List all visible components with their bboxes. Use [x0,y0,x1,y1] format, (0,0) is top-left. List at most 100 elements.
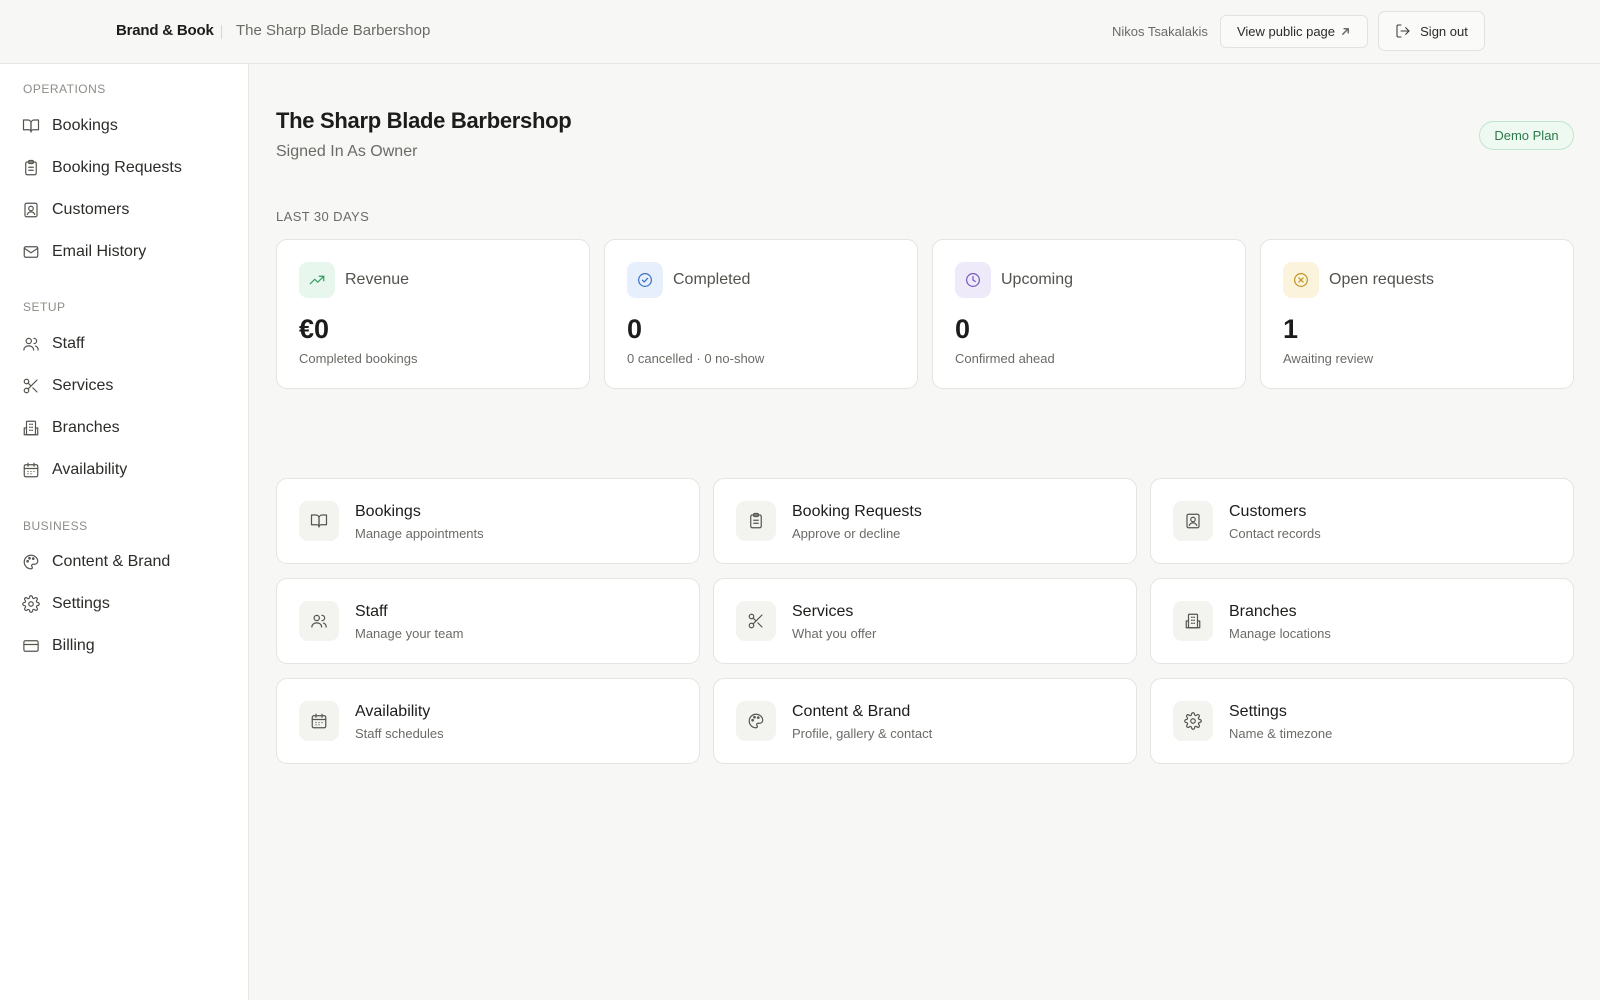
link-card-content-brand[interactable]: Content & Brand Profile, gallery & conta… [713,678,1137,764]
trending-up-icon [309,275,325,285]
link-icon-tile [1173,701,1213,741]
stat-label: Completed [673,271,751,288]
link-icon-tile [1173,601,1213,641]
stat-icon-badge [299,262,335,298]
sidebar-item-billing[interactable]: Billing [22,631,232,661]
sidebar-section-title: BUSINESS [23,519,88,533]
mail-icon [23,246,39,258]
stat-icon-badge [627,262,663,298]
check-circle-icon [638,273,652,287]
sidebar-item-label: Billing [52,637,95,654]
clock-icon [966,273,980,287]
link-desc: Name & timezone [1229,726,1333,741]
link-title: Staff [355,603,388,620]
link-title: Settings [1229,703,1287,720]
sidebar-item-label: Bookings [52,117,118,134]
stat-card-completed: Completed 0 0 cancelled · 0 no-show [604,239,918,389]
stat-caption: 0 cancelled · 0 no-show [627,351,765,366]
link-card-branches[interactable]: Branches Manage locations [1150,578,1574,664]
stat-icon-badge [955,262,991,298]
sidebar-item-bookings[interactable]: Bookings [22,111,232,141]
stat-label: Open requests [1329,271,1434,288]
link-title: Availability [355,703,431,720]
stat-card-upcoming: Upcoming 0 Confirmed ahead [932,239,1246,389]
sidebar-item-services[interactable]: Services [22,371,232,401]
view-public-page-button[interactable]: View public page [1220,15,1368,48]
link-desc: Staff schedules [355,726,444,741]
link-icon-tile [736,501,776,541]
book-icon [22,119,40,133]
sign-out-button[interactable]: Sign out [1378,11,1485,51]
sidebar-item-availability[interactable]: Availability [22,455,232,485]
scissors-icon [748,613,763,629]
link-title: Branches [1229,603,1297,620]
book-icon [310,514,328,528]
sidebar-section-title: OPERATIONS [23,82,106,96]
sidebar-item-label: Content & Brand [52,553,171,570]
gear-icon [22,595,40,613]
sidebar-item-customers[interactable]: Customers [22,195,232,225]
link-icon-tile [299,501,339,541]
sidebar-item-content-brand[interactable]: Content & Brand [22,547,232,577]
sidebar-item-label: Availability [52,461,128,478]
contact-icon [24,202,38,218]
business-name: The Sharp Blade Barbershop [236,22,431,39]
building-icon [23,420,39,436]
link-title: Booking Requests [792,503,922,520]
link-icon-tile [736,701,776,741]
link-card-customers[interactable]: Customers Contact records [1150,478,1574,564]
link-card-settings[interactable]: Settings Name & timezone [1150,678,1574,764]
stat-value: 1 [1283,314,1299,344]
link-card-availability[interactable]: Availability Staff schedules [276,678,700,764]
stat-card-revenue: Revenue €0 Completed bookings [276,239,590,389]
sidebar-item-booking-requests[interactable]: Booking Requests [22,153,232,183]
stat-label: Revenue [345,271,410,288]
sidebar-item-label: Staff [52,335,85,352]
link-desc: Manage locations [1229,626,1331,641]
link-desc: Manage appointments [355,526,484,541]
plan-badge: Demo Plan [1479,121,1574,150]
sidebar-item-settings[interactable]: Settings [22,589,232,619]
link-icon-tile [736,601,776,641]
stat-label: Upcoming [1001,271,1074,288]
calendar-icon [23,462,39,478]
link-desc: Manage your team [355,626,464,641]
link-icon-tile [1173,501,1213,541]
gear-icon [1184,712,1202,730]
sidebar-item-staff[interactable]: Staff [22,329,232,359]
users-icon [23,337,39,351]
scissors-icon [23,378,38,394]
clipboard-icon [25,159,37,176]
link-card-staff[interactable]: Staff Manage your team [276,578,700,664]
users-icon [311,614,327,628]
brand-logo[interactable]: Brand & Book [116,22,214,39]
link-desc: Approve or decline [792,526,901,541]
sidebar-item-email-history[interactable]: Email History [22,237,232,267]
stat-caption: Confirmed ahead [955,351,1055,366]
link-icon-tile [299,701,339,741]
link-desc: Contact records [1229,526,1321,541]
brand-divider [221,25,222,39]
link-card-services[interactable]: Services What you offer [713,578,1137,664]
sidebar-item-label: Customers [52,201,130,218]
link-title: Customers [1229,503,1307,520]
palette-icon [23,554,39,570]
period-label: LAST 30 DAYS [276,209,370,224]
link-title: Services [792,603,854,620]
sidebar-item-label: Settings [52,595,110,612]
page-title: The Sharp Blade Barbershop [276,108,572,133]
sidebar-item-label: Email History [52,243,147,260]
page-subtitle: Signed In As Owner [276,143,418,160]
sidebar-section-title: SETUP [23,300,66,314]
stat-caption: Awaiting review [1283,351,1374,366]
calendar-icon [311,713,327,729]
x-circle-icon [1294,273,1308,287]
view-public-page-label: View public page [1236,24,1336,39]
sidebar-item-label: Services [52,377,114,394]
stat-card-open-requests: Open requests 1 Awaiting review [1260,239,1574,389]
sidebar-item-branches[interactable]: Branches [22,413,232,443]
sidebar-item-label: Branches [52,419,120,436]
link-card-booking-requests[interactable]: Booking Requests Approve or decline [713,478,1137,564]
link-card-bookings[interactable]: Bookings Manage appointments [276,478,700,564]
palette-icon [748,713,764,729]
